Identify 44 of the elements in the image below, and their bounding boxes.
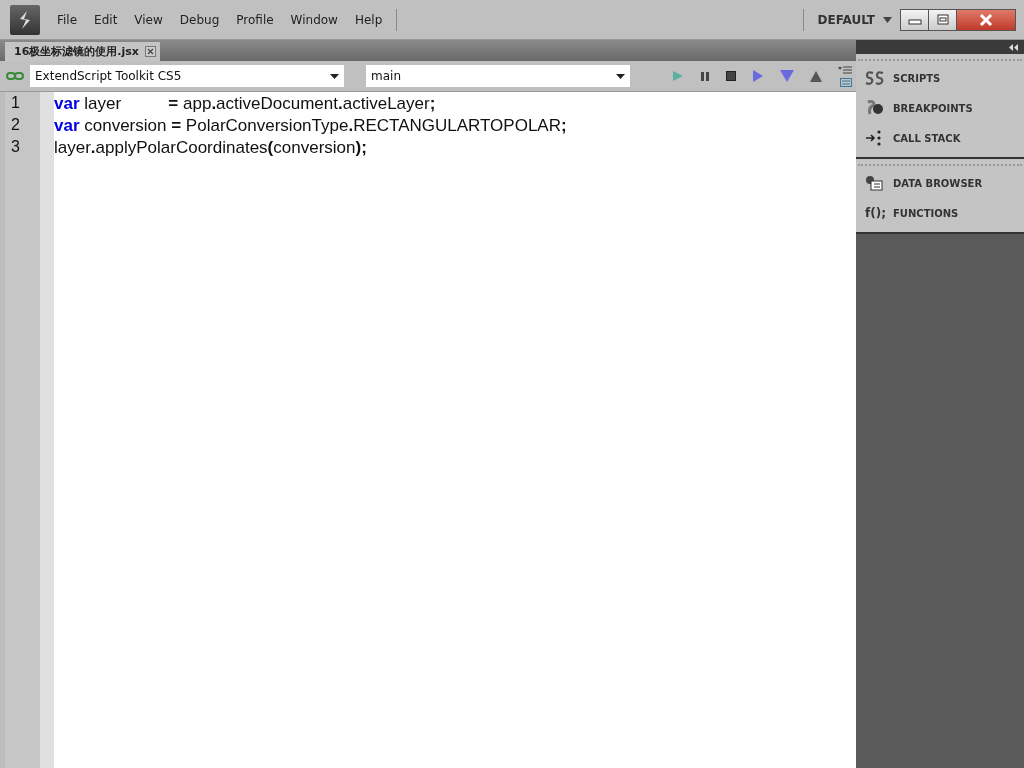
- pause-icon[interactable]: [700, 71, 710, 81]
- workspace-menu[interactable]: DEFAULT: [817, 12, 875, 27]
- step-out-icon[interactable]: [810, 70, 822, 82]
- close-button[interactable]: [956, 8, 1016, 31]
- panel-item[interactable]: BREAKPOINTS: [893, 102, 973, 114]
- caret-icon: [616, 73, 625, 79]
- code-line: var conversion = PolarConversionType.RECTANGULARTOPOLAR;: [54, 116, 568, 137]
- app-logo-icon: [10, 4, 40, 35]
- call-stack-icon: [865, 130, 883, 146]
- data-browser-icon: [865, 175, 883, 191]
- target-dropdown[interactable]: ExtendScript Toolkit CS5: [30, 65, 344, 87]
- caret-icon[interactable]: [883, 16, 892, 23]
- maximize-button[interactable]: [928, 8, 956, 31]
- caret-icon: [330, 73, 339, 79]
- menu-item[interactable]: Profile: [236, 12, 274, 27]
- panel-item[interactable]: FUNCTIONS: [893, 207, 959, 219]
- scroll-pair-icon: [865, 71, 885, 85]
- code-line: layer.applyPolarCoordinates(conversion);: [54, 138, 368, 159]
- collapse-icon[interactable]: [1009, 43, 1018, 51]
- close-tab-icon[interactable]: [144, 46, 156, 57]
- panel-item[interactable]: SCRIPTS: [893, 72, 941, 84]
- line-number: 3: [10, 138, 21, 157]
- function-icon: f();: [865, 206, 886, 220]
- panel-item[interactable]: CALL STACK: [893, 132, 961, 144]
- list-icon[interactable]: [840, 77, 852, 87]
- menu-item[interactable]: File: [57, 12, 78, 27]
- menu-item[interactable]: Help: [354, 12, 383, 27]
- close-icon: [978, 13, 994, 26]
- menu-item[interactable]: View: [134, 12, 163, 27]
- step-over-icon[interactable]: [752, 70, 764, 82]
- menu-item[interactable]: Debug: [179, 12, 220, 27]
- menu-item[interactable]: Edit: [94, 12, 118, 27]
- maximize-icon: [935, 13, 950, 26]
- line-number: 1: [10, 94, 21, 113]
- code-line: var layer = app.activeDocument.activeLayer;: [54, 94, 437, 115]
- engine-dropdown[interactable]: main: [366, 65, 630, 87]
- panel-item[interactable]: DATA BROWSER: [893, 177, 983, 189]
- menu-item[interactable]: Window: [290, 12, 338, 27]
- minimize-button[interactable]: [900, 8, 928, 31]
- panel-menu-icon[interactable]: [838, 65, 852, 74]
- breakpoint-icon: [865, 100, 885, 116]
- line-number: 2: [10, 116, 21, 135]
- step-into-icon[interactable]: [780, 70, 794, 82]
- document-tab[interactable]: 16极坐标滤镜的使用.jsx: [5, 42, 160, 61]
